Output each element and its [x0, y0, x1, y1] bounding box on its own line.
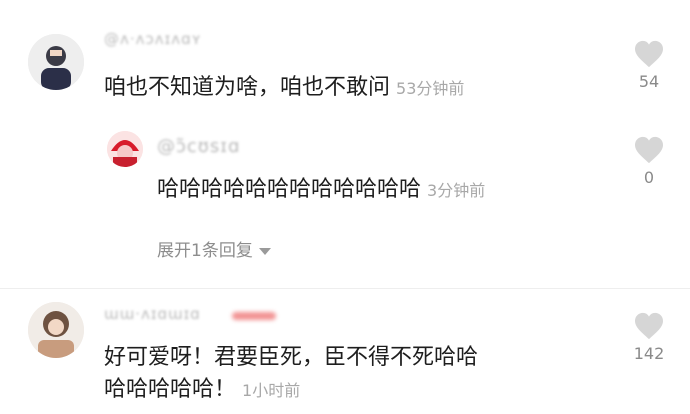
avatar[interactable]: [28, 34, 84, 90]
comment-text: 咱也不知道为啥，咱也不敢问 53分钟前: [104, 75, 464, 102]
comment-time: 1小时前: [242, 381, 301, 400]
heart-icon: [635, 312, 663, 340]
reply-text: 哈哈哈哈哈哈哈哈哈哈哈哈 3分钟前: [157, 177, 485, 204]
expand-replies-label: 展开1条回复: [157, 241, 253, 261]
avatar[interactable]: [28, 302, 84, 358]
reply-body: 哈哈哈哈哈哈哈哈哈哈哈哈: [157, 177, 422, 202]
username-blurred[interactable]: @ʌ·ʌɔʌɪʌɑʏ: [104, 30, 202, 48]
reply-like-count: 0: [643, 168, 655, 187]
comment-body-line2: 哈哈哈哈哈！: [104, 377, 237, 402]
user-avatar-icon: [107, 131, 143, 167]
reply-avatar[interactable]: [107, 131, 143, 167]
user-avatar-icon: [28, 34, 84, 90]
heart-icon: [635, 136, 663, 164]
reply-like-button[interactable]: 0: [621, 136, 677, 187]
reply-username-blurred[interactable]: @ɔ̃cʊsɪɑ: [157, 136, 240, 157]
comment-time: 53分钟前: [396, 79, 465, 98]
comment-body-line1: 好可爱呀！君要臣死，臣不得不死哈哈: [104, 345, 479, 370]
comment-body: 咱也不知道为啥，咱也不敢问: [104, 75, 391, 100]
user-avatar-icon: [28, 302, 84, 358]
username-decoration: [232, 312, 276, 320]
heart-icon: [635, 40, 663, 68]
username-blurred[interactable]: ɯɯ·ʌɪɑɯɪɑ: [104, 305, 201, 323]
like-button[interactable]: 142: [621, 312, 677, 363]
comment-divider: [0, 288, 690, 289]
like-button[interactable]: 54: [621, 40, 677, 91]
caret-down-icon: [258, 247, 271, 255]
expand-replies-button[interactable]: 展开1条回复: [157, 236, 271, 261]
comment-text-line2: 哈哈哈哈哈！ 1小时前: [104, 377, 300, 404]
like-count: 142: [633, 344, 665, 363]
comment-text: 好可爱呀！君要臣死，臣不得不死哈哈: [104, 345, 478, 371]
like-count: 54: [638, 72, 660, 91]
reply-time: 3分钟前: [427, 181, 486, 200]
